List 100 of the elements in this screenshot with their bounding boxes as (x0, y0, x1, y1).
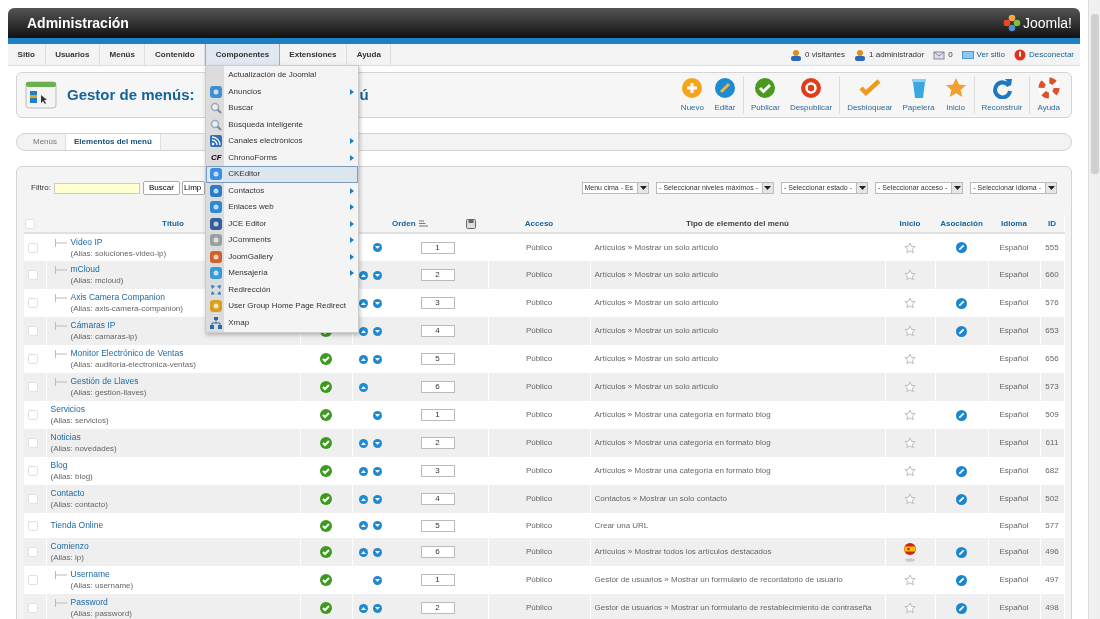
item-link[interactable]: Noticias (50, 432, 117, 443)
link-icon[interactable] (956, 574, 967, 586)
row-checkbox[interactable] (28, 242, 38, 253)
star-icon[interactable] (904, 241, 916, 254)
menu-item[interactable]: Enlaces web (228, 201, 351, 214)
toolbar-button[interactable]: Ayuda (1032, 76, 1065, 114)
row-checkbox[interactable] (28, 547, 38, 557)
menu-item[interactable]: Anuncios (228, 85, 351, 98)
column-sort-link[interactable]: Acceso (524, 218, 554, 228)
check-icon[interactable] (320, 437, 332, 449)
link-icon[interactable] (956, 325, 967, 337)
column-sort-link[interactable]: Título (162, 218, 184, 228)
toolbar-button[interactable]: Inicio (939, 76, 972, 114)
row-checkbox[interactable] (28, 438, 38, 448)
move-down-icon[interactable] (373, 603, 382, 613)
item-link[interactable]: Axis Camera Companion (70, 292, 183, 303)
menu-item[interactable]: Actualización de Joomla! (228, 69, 355, 82)
item-link[interactable]: Blog (50, 460, 93, 471)
star-icon[interactable] (904, 493, 916, 505)
sort-icon[interactable] (418, 219, 428, 228)
item-link[interactable]: Video IP (70, 236, 167, 248)
toolbar-button[interactable]: Papelera (897, 76, 940, 114)
order-field[interactable]: 6 (420, 381, 455, 393)
menu-item[interactable]: Usuarios (55, 48, 90, 61)
move-up-icon[interactable] (359, 547, 368, 557)
link-icon[interactable] (956, 409, 967, 421)
row-checkbox[interactable] (28, 326, 38, 336)
menu-item[interactable]: Mensajería (228, 267, 351, 280)
item-link[interactable]: Gestión de Llaves (70, 376, 147, 387)
link-icon[interactable] (956, 242, 967, 253)
move-up-icon[interactable] (359, 298, 368, 308)
order-field[interactable]: 3 (420, 465, 455, 477)
star-icon[interactable] (904, 574, 916, 586)
move-down-icon[interactable] (373, 521, 382, 530)
move-down-icon[interactable] (373, 298, 382, 308)
menu-item[interactable]: JoomGallery (228, 250, 351, 263)
check-icon[interactable] (320, 353, 332, 365)
column-sort-link[interactable]: Orden (392, 217, 416, 230)
move-down-icon[interactable] (373, 494, 382, 504)
order-field[interactable]: 4 (420, 325, 455, 337)
move-down-icon[interactable] (373, 243, 382, 252)
check-icon[interactable] (320, 381, 332, 393)
menu-item[interactable]: Sitio (17, 48, 35, 61)
move-up-icon[interactable] (359, 270, 368, 280)
order-field[interactable]: 2 (420, 602, 455, 614)
move-down-icon[interactable] (373, 438, 382, 448)
order-field[interactable]: 5 (420, 353, 455, 365)
status-link[interactable]: Ver sitio (976, 48, 1006, 61)
move-up-icon[interactable] (359, 521, 368, 530)
link-icon[interactable] (956, 602, 967, 614)
move-up-icon[interactable] (359, 466, 368, 476)
row-checkbox[interactable] (28, 410, 38, 420)
check-icon[interactable] (320, 574, 332, 586)
menu-item[interactable]: JComments (228, 234, 351, 247)
row-checkbox[interactable] (28, 270, 38, 280)
menu-item[interactable]: JCE Editor (228, 217, 351, 230)
check-icon[interactable] (320, 465, 332, 477)
row-checkbox[interactable] (28, 494, 38, 504)
toolbar-button[interactable]: Desbloquear (842, 76, 898, 114)
item-link[interactable]: Tienda Online (50, 520, 104, 531)
star-icon[interactable] (904, 297, 916, 309)
toolbar-button[interactable]: Despublicar (784, 76, 838, 114)
order-field[interactable]: 1 (420, 409, 455, 421)
menu-item[interactable]: Redirección (228, 283, 355, 296)
row-checkbox[interactable] (28, 466, 38, 476)
row-checkbox[interactable] (28, 354, 38, 364)
move-down-icon[interactable] (373, 466, 382, 476)
tab[interactable]: Menús (25, 134, 65, 150)
move-down-icon[interactable] (373, 575, 382, 585)
star-icon[interactable] (904, 409, 916, 421)
tab[interactable]: Elementos del menú (65, 134, 161, 150)
star-icon[interactable] (904, 269, 916, 281)
menu-item[interactable]: Canales electrónicos (228, 135, 351, 148)
move-up-icon[interactable] (359, 603, 368, 613)
menu-item[interactable]: User Group Home Page Redirect (228, 300, 355, 313)
row-checkbox[interactable] (28, 520, 38, 531)
order-field[interactable]: 3 (420, 297, 455, 309)
move-up-icon[interactable] (359, 354, 368, 364)
move-down-icon[interactable] (373, 326, 382, 336)
menu-item[interactable]: Menús (109, 48, 135, 61)
item-link[interactable]: Password (70, 597, 132, 608)
move-up-icon[interactable] (359, 438, 368, 448)
move-down-icon[interactable] (373, 354, 382, 364)
order-field[interactable]: 1 (420, 241, 455, 254)
order-field[interactable]: 2 (420, 269, 455, 281)
menu-item[interactable]: Contactos (228, 184, 351, 197)
item-link[interactable]: mCloud (70, 264, 124, 275)
item-link[interactable]: Comienzo (50, 541, 89, 552)
item-link[interactable]: Cámaras IP (70, 320, 138, 331)
row-checkbox[interactable] (28, 298, 38, 308)
item-link[interactable]: Monitor Electrónico de Ventas (70, 348, 196, 359)
link-icon[interactable] (956, 465, 967, 477)
toolbar-button[interactable]: Publicar (746, 76, 785, 114)
star-icon[interactable] (904, 381, 916, 393)
move-down-icon[interactable] (373, 270, 382, 280)
menu-item[interactable]: Extensiones (289, 48, 337, 61)
filter-button[interactable]: Limp (181, 181, 206, 195)
check-icon[interactable] (320, 546, 332, 558)
star-icon[interactable] (904, 353, 916, 365)
order-field[interactable]: 2 (420, 437, 455, 449)
